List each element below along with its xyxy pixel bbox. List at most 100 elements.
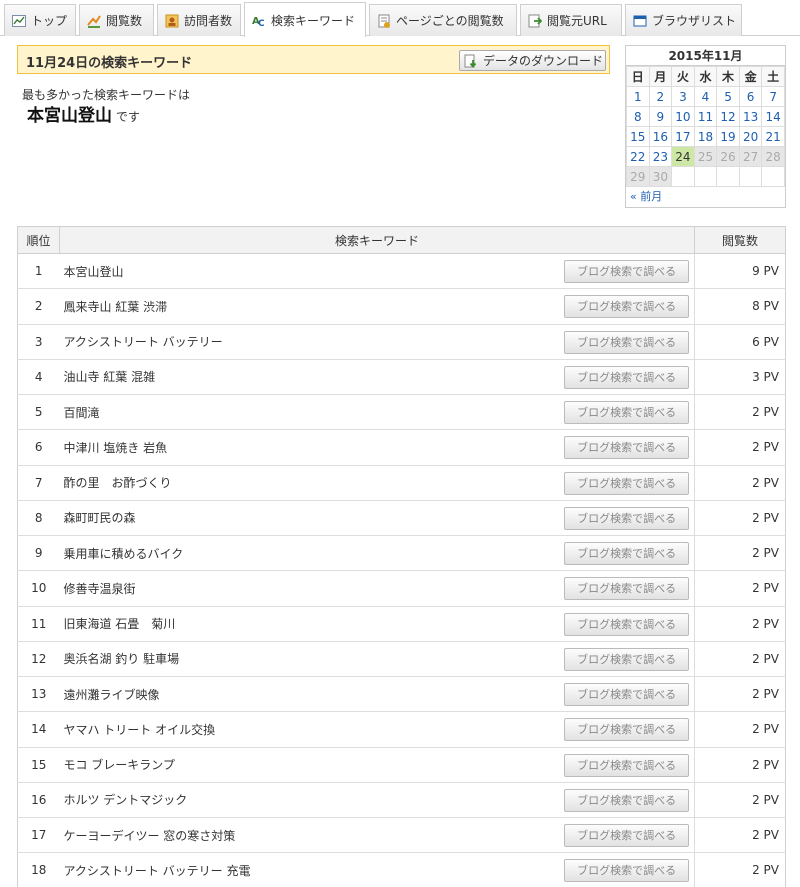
chart-line-icon (12, 14, 26, 28)
table-row: 18 アクシストリート バッテリー 充電 ブログ検索で調べる 2 PV (17, 852, 786, 887)
keyword-cell: 奥浜名湖 釣り 駐車場 ブログ検索で調べる (59, 640, 695, 678)
calendar-day-link[interactable]: 4 (693, 86, 718, 107)
tab-visitors[interactable]: 訪問者数 (157, 4, 241, 36)
calendar-empty-cell (738, 166, 763, 187)
tab-referrer-url[interactable]: 閲覧元URL (520, 4, 622, 36)
blog-search-button[interactable]: ブログ検索で調べる (564, 577, 690, 601)
page-title: 11月24日の検索キーワード (26, 56, 193, 71)
blog-search-button[interactable]: ブログ検索で調べる (564, 295, 690, 319)
keyword-text: ヤマハ トリート オイル交換 (63, 722, 216, 737)
calendar-weekday: 日 (626, 66, 650, 87)
table-row: 5 百間滝 ブログ検索で調べる 2 PV (17, 393, 786, 431)
blog-search-button[interactable]: ブログ検索で調べる (564, 683, 690, 706)
rank-cell: 9 (17, 534, 60, 572)
tab-browser-list[interactable]: ブラウザリスト (625, 4, 742, 36)
blog-search-button[interactable]: ブログ検索で調べる (564, 612, 690, 636)
calendar-day-link[interactable]: 1 (626, 86, 650, 107)
calendar-day-disabled: 25 (693, 146, 718, 167)
blog-search-button[interactable]: ブログ検索で調べる (564, 859, 690, 883)
calendar-day-selected[interactable]: 24 (671, 146, 695, 167)
keyword-text: 奥浜名湖 釣り 駐車場 (63, 652, 180, 667)
table-row: 15 モコ ブレーキランプ ブログ検索で調べる 2 PV (17, 746, 786, 783)
blog-search-button[interactable]: ブログ検索で調べる (564, 753, 690, 777)
keyword-text: 百間滝 (63, 405, 100, 420)
keyword-text: 修善寺温泉街 (63, 581, 136, 596)
tab-top[interactable]: トップ (4, 4, 76, 36)
summary-suffix: です (115, 110, 140, 124)
calendar-empty-cell (761, 166, 785, 187)
calendar-day-link[interactable]: 19 (716, 126, 740, 147)
blog-search-button[interactable]: ブログ検索で調べる (564, 330, 690, 354)
views-cell: 2 PV (694, 534, 786, 572)
calendar-weekday: 水 (693, 66, 718, 87)
calendar-weekday: 金 (738, 66, 763, 87)
calendar-day-link[interactable]: 15 (626, 126, 650, 147)
blog-search-button[interactable]: ブログ検索で調べる (564, 718, 690, 742)
tab-bar: トップ 閲覧数 訪問者数 AC 検索キーワード ページごとの閲覧数 閲覧元URL (0, 0, 800, 37)
keyword-icon: AC (252, 13, 266, 29)
calendar-day-link[interactable]: 21 (761, 126, 785, 147)
calendar-day-link[interactable]: 23 (648, 146, 673, 167)
calendar-weekday: 火 (671, 66, 695, 87)
calendar-day-link[interactable]: 8 (626, 106, 650, 127)
table-row: 4 油山寺 紅葉 混雑 ブログ検索で調べる 3 PV (17, 358, 786, 396)
blog-search-button[interactable]: ブログ検索で調べる (564, 788, 690, 812)
calendar-empty-cell (693, 166, 718, 187)
visitors-icon (165, 14, 179, 28)
tab-pageviews[interactable]: 閲覧数 (79, 4, 154, 36)
calendar-day-link[interactable]: 20 (738, 126, 763, 147)
calendar-day-link[interactable]: 22 (626, 146, 650, 167)
download-icon (464, 54, 478, 68)
table-row: 7 酢の里 お酢づくり ブログ検索で調べる 2 PV (17, 464, 786, 501)
tab-label: ページごとの閲覧数 (396, 14, 504, 28)
calendar-day-link[interactable]: 13 (738, 106, 763, 127)
blog-search-button[interactable]: ブログ検索で調べる (564, 436, 690, 460)
calendar-day-link[interactable]: 11 (693, 106, 718, 127)
section-header: 11月24日の検索キーワード データのダウンロード (17, 45, 610, 74)
blog-search-button[interactable]: ブログ検索で調べる (564, 365, 690, 389)
blog-search-button[interactable]: ブログ検索で調べる (564, 824, 690, 847)
calendar-day-link[interactable]: 7 (761, 86, 785, 107)
table-row: 8 森町町民の森 ブログ検索で調べる 2 PV (17, 499, 786, 537)
download-data-button[interactable]: データのダウンロード (459, 50, 606, 71)
calendar-day-link[interactable]: 3 (671, 86, 695, 107)
rank-cell: 6 (17, 429, 60, 466)
views-cell: 2 PV (694, 675, 786, 713)
chevron-left-icon: « (630, 190, 637, 203)
views-cell: 2 PV (694, 852, 786, 887)
calendar-day-link[interactable]: 2 (648, 86, 673, 107)
keyword-text: アクシストリート バッテリー 充電 (63, 863, 251, 878)
tab-page-views-by-page[interactable]: ページごとの閲覧数 (369, 4, 517, 36)
blog-search-button[interactable]: ブログ検索で調べる (564, 471, 690, 495)
tab-search-keywords[interactable]: AC 検索キーワード (244, 2, 366, 37)
table-row: 1 本宮山登山 ブログ検索で調べる 9 PV (17, 252, 786, 290)
calendar-day-link[interactable]: 18 (693, 126, 718, 147)
blog-search-button[interactable]: ブログ検索で調べる (564, 401, 690, 424)
table-row: 13 遠州灘ライブ映像 ブログ検索で調べる 2 PV (17, 675, 786, 713)
rank-cell: 13 (17, 675, 60, 713)
calendar-day-link[interactable]: 17 (671, 126, 695, 147)
top-keyword: 本宮山登山 (27, 106, 112, 126)
rank-cell: 18 (17, 852, 60, 887)
tab-label: トップ (31, 14, 68, 28)
blog-search-button[interactable]: ブログ検索で調べる (564, 260, 690, 283)
calendar-day-link[interactable]: 10 (671, 106, 695, 127)
calendar-weekday: 土 (761, 66, 785, 87)
table-row: 2 鳳来寺山 紅葉 渋滞 ブログ検索で調べる 8 PV (17, 288, 786, 325)
calendar-day-link[interactable]: 12 (716, 106, 740, 127)
calendar-day-link[interactable]: 9 (648, 106, 673, 127)
blog-search-button[interactable]: ブログ検索で調べる (564, 506, 690, 530)
calendar-day-link[interactable]: 5 (716, 86, 740, 107)
keyword-cell: 遠州灘ライブ映像 ブログ検索で調べる (59, 675, 695, 713)
keyword-cell: 本宮山登山 ブログ検索で調べる (59, 252, 695, 290)
calendar-day-link[interactable]: 6 (738, 86, 763, 107)
calendar-prev-month-link[interactable]: « 前月 (626, 187, 785, 207)
keyword-text: アクシストリート バッテリー (63, 335, 223, 350)
views-cell: 2 PV (694, 464, 786, 501)
calendar-empty-cell (716, 166, 740, 187)
calendar-day-link[interactable]: 14 (761, 106, 785, 127)
table-row: 16 ホルツ デントマジック ブログ検索で調べる 2 PV (17, 781, 786, 819)
calendar-day-link[interactable]: 16 (648, 126, 673, 147)
blog-search-button[interactable]: ブログ検索で調べる (564, 542, 690, 565)
blog-search-button[interactable]: ブログ検索で調べる (564, 647, 690, 671)
